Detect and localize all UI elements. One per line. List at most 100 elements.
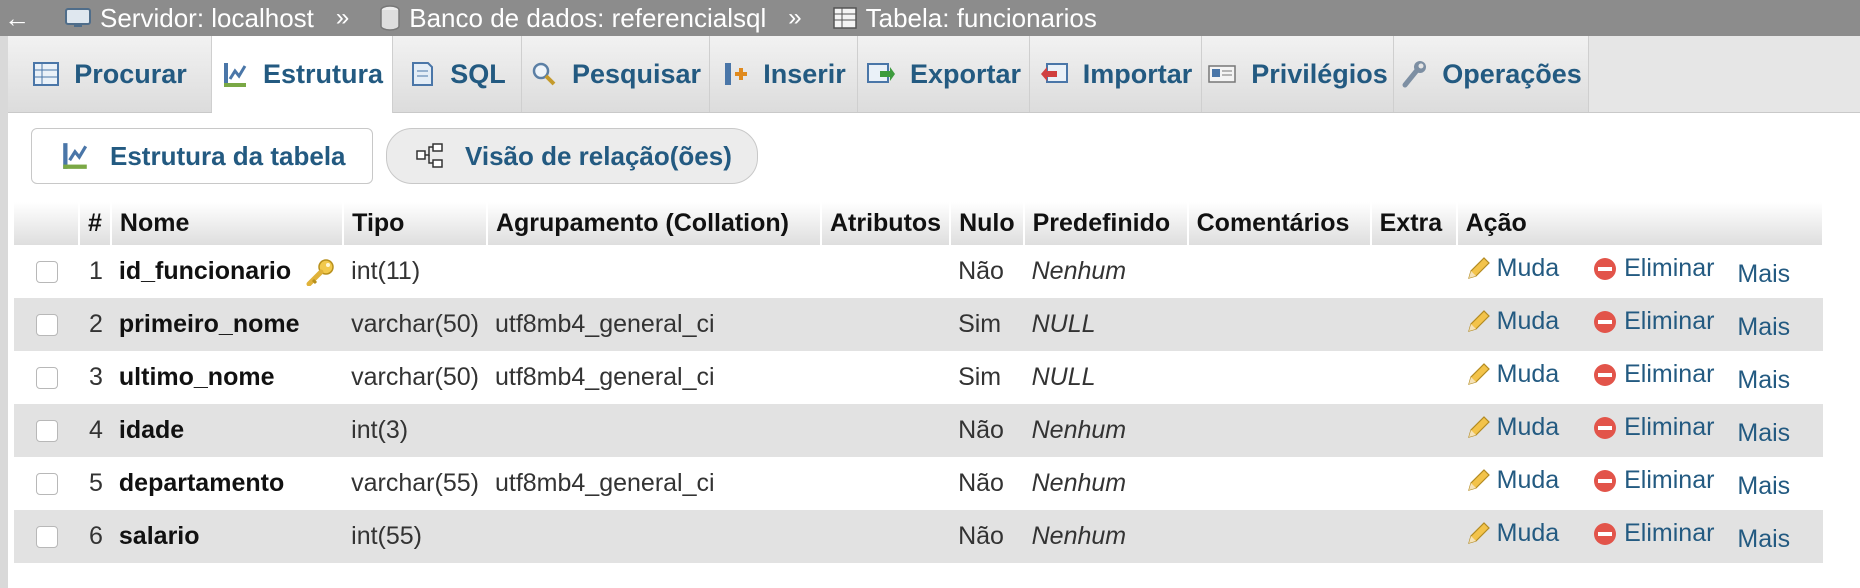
drop-button[interactable]: Eliminar: [1592, 360, 1714, 389]
tab-sql[interactable]: SQL: [393, 36, 522, 112]
column-default: NULL: [1023, 351, 1188, 404]
drop-button[interactable]: Eliminar: [1592, 466, 1714, 495]
column-type: int(11): [343, 245, 487, 298]
row-number: 4: [79, 404, 111, 457]
change-button[interactable]: Muda: [1465, 413, 1559, 442]
row-checkbox-cell: [14, 510, 79, 563]
row-number: 6: [79, 510, 111, 563]
structure-icon: [63, 143, 88, 169]
column-default: Nenhum: [1023, 245, 1188, 298]
header-atributos[interactable]: Atributos: [820, 202, 952, 245]
drop-label: Eliminar: [1624, 519, 1715, 548]
column-collation: [486, 245, 821, 298]
tab-estrutura[interactable]: Estrutura: [212, 36, 393, 113]
tab-importar[interactable]: Importar: [1030, 36, 1202, 112]
header-comentarios[interactable]: Comentários: [1187, 202, 1372, 245]
column-type: varchar(55): [343, 457, 487, 510]
relation-icon: [416, 143, 443, 168]
drop-button[interactable]: Eliminar: [1592, 519, 1714, 548]
tab-operacoes[interactable]: Operações: [1394, 36, 1589, 112]
row-checkbox[interactable]: [35, 367, 58, 390]
header-predefinido[interactable]: Predefinido: [1023, 202, 1189, 245]
more-button[interactable]: Mais: [1737, 260, 1790, 289]
header-collation[interactable]: Agrupamento (Collation): [486, 202, 822, 245]
column-collation: [486, 510, 821, 563]
back-arrow-icon[interactable]: ←: [0, 3, 34, 34]
row-checkbox[interactable]: [35, 420, 58, 443]
column-type: varchar(50): [343, 351, 487, 404]
row-checkbox[interactable]: [35, 261, 58, 284]
header-extra[interactable]: Extra: [1370, 202, 1458, 245]
breadcrumb-server[interactable]: Servidor: localhost: [34, 3, 314, 34]
column-comments: [1187, 457, 1371, 510]
row-checkbox[interactable]: [35, 473, 58, 496]
pencil-icon: [1467, 415, 1490, 438]
header-nome[interactable]: Nome: [110, 202, 345, 245]
header-nulo[interactable]: Nulo: [950, 202, 1025, 245]
column-extra: [1370, 351, 1457, 404]
tab-procurar[interactable]: Procurar: [8, 36, 212, 112]
breadcrumb: ← Servidor: localhost » Banco de dados: …: [0, 0, 1860, 36]
column-name: ultimo_nome: [110, 351, 344, 404]
tab-privilegios[interactable]: Privilégios: [1202, 36, 1394, 112]
more-label: Mais: [1737, 365, 1791, 394]
column-name: id_funcionario: [110, 245, 344, 298]
tab-exportar[interactable]: Exportar: [858, 36, 1030, 112]
breadcrumb-table[interactable]: Tabela: funcionarios: [802, 3, 1097, 34]
column-name-text: departamento: [118, 469, 285, 497]
tab-inserir[interactable]: Inserir: [710, 36, 858, 112]
column-default: Nenhum: [1023, 457, 1188, 510]
column-actions: Muda Eliminar Mais: [1456, 510, 1823, 563]
more-label: Mais: [1737, 524, 1791, 553]
column-collation: utf8mb4_general_ci: [486, 457, 821, 510]
database-icon: [380, 5, 400, 31]
change-button[interactable]: Muda: [1465, 254, 1559, 283]
header-tipo[interactable]: Tipo: [343, 202, 488, 245]
breadcrumb-database[interactable]: Banco de dados: referencialsql: [349, 3, 766, 34]
structure-icon: [223, 62, 247, 87]
more-button[interactable]: Mais: [1737, 313, 1790, 342]
change-button[interactable]: Muda: [1465, 466, 1559, 495]
column-null: Não: [950, 245, 1024, 298]
row-number: 5: [79, 457, 111, 510]
more-button[interactable]: Mais: [1737, 525, 1790, 554]
change-button[interactable]: Muda: [1465, 519, 1560, 548]
column-comments: [1187, 510, 1371, 563]
column-actions: Muda Eliminar Mais: [1456, 351, 1823, 404]
row-checkbox[interactable]: [35, 314, 58, 337]
more-button[interactable]: Mais: [1737, 472, 1790, 501]
column-type: int(55): [343, 510, 487, 563]
subtab-table-structure[interactable]: Estrutura da tabela: [31, 128, 373, 184]
column-collation: [486, 404, 821, 457]
table-icon: [832, 7, 857, 29]
more-label: Mais: [1737, 259, 1791, 288]
change-button[interactable]: Muda: [1465, 307, 1559, 336]
column-null: Sim: [950, 298, 1024, 351]
drop-button[interactable]: Eliminar: [1592, 307, 1714, 336]
column-name-text: idade: [118, 416, 185, 444]
delete-icon: [1594, 416, 1617, 439]
change-label: Muda: [1496, 519, 1560, 548]
delete-icon: [1594, 310, 1617, 333]
more-button[interactable]: Mais: [1737, 366, 1790, 395]
change-button[interactable]: Muda: [1465, 360, 1559, 389]
column-attributes: [820, 404, 951, 457]
row-checkbox[interactable]: [35, 526, 58, 549]
column-type: int(3): [343, 404, 487, 457]
column-actions: Muda Eliminar Mais: [1456, 457, 1823, 510]
row-checkbox-cell: [14, 298, 79, 351]
sql-icon: [412, 62, 434, 86]
main-tabs: Procurar Estrutura SQL Pesquisar Inserir…: [8, 36, 1860, 113]
header-checkbox: [14, 202, 80, 245]
import-icon: [1040, 63, 1068, 83]
column-extra: [1370, 298, 1457, 351]
column-comments: [1187, 298, 1371, 351]
drop-button[interactable]: Eliminar: [1592, 254, 1714, 283]
tab-pesquisar[interactable]: Pesquisar: [522, 36, 710, 112]
column-attributes: [820, 351, 951, 404]
more-button[interactable]: Mais: [1737, 419, 1790, 448]
delete-icon: [1594, 469, 1617, 492]
column-null: Não: [950, 457, 1024, 510]
subtab-relation-view[interactable]: Visão de relação(ões): [386, 128, 758, 184]
drop-button[interactable]: Eliminar: [1592, 413, 1714, 442]
